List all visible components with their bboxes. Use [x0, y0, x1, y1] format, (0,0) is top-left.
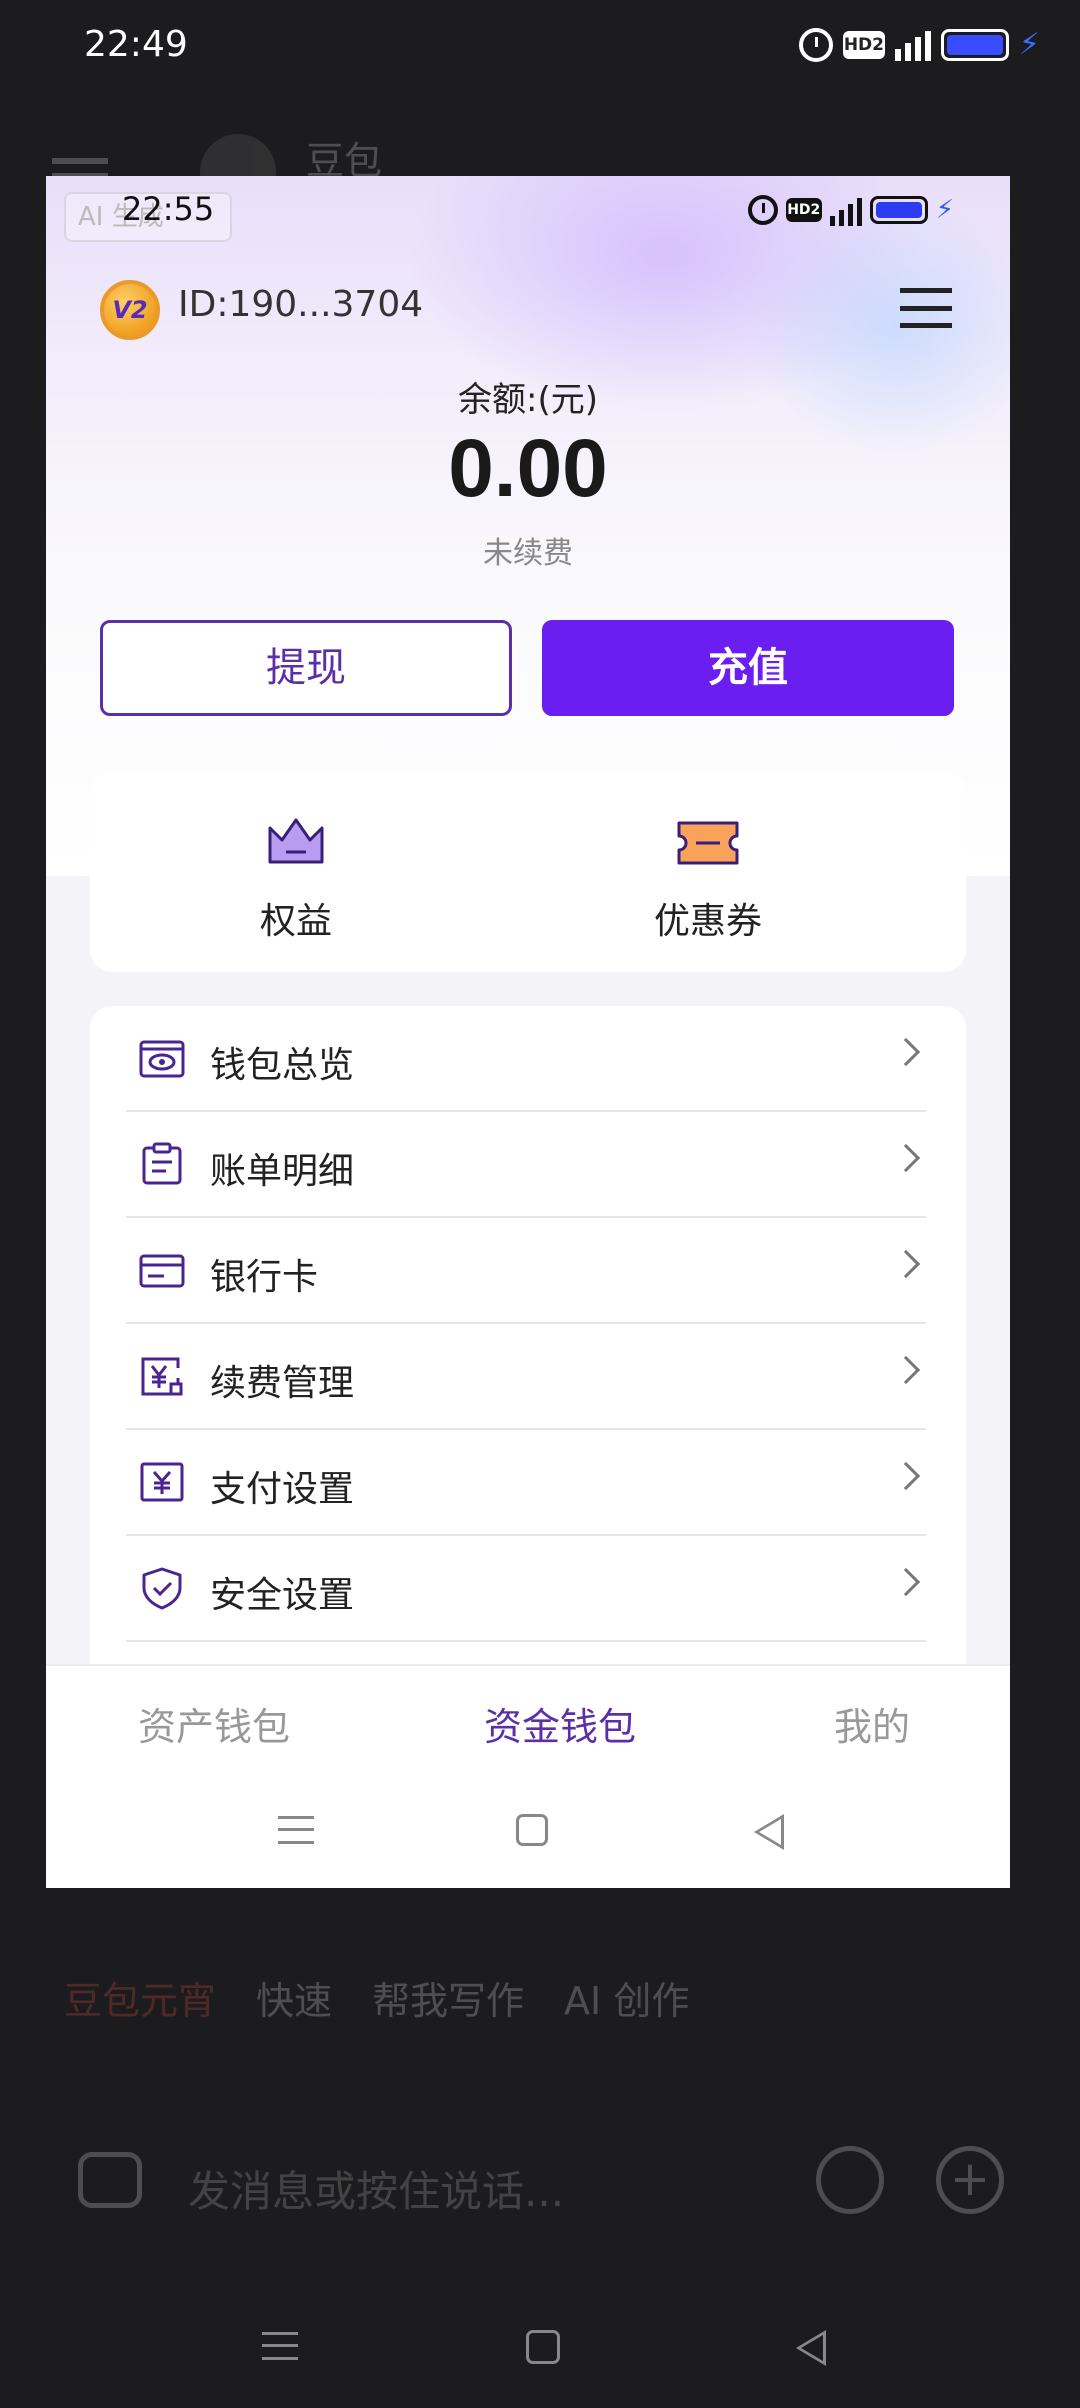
chevron-right-icon: [891, 1567, 921, 1597]
plus-icon[interactable]: +: [936, 2146, 1004, 2214]
wallet-app: AI 生成 22:55 HD2 ⚡ V2 ID:190...3704 余额:(元…: [46, 176, 1010, 1888]
recharge-button[interactable]: 充值: [542, 620, 954, 716]
menu-item-label: 钱包总览: [210, 1045, 355, 1086]
benefits-item[interactable]: 权益: [186, 772, 406, 972]
app-status-bar: AI 生成 22:55 HD2 ⚡: [46, 176, 1010, 246]
back-nav-icon[interactable]: [796, 2330, 826, 2366]
tab-fund-wallet[interactable]: 资金钱包: [484, 1696, 636, 1751]
vip-level-logo: V2: [100, 280, 160, 340]
menu-item-label: 账单明细: [210, 1151, 355, 1192]
balance-value: 0.00: [448, 423, 608, 514]
crown-icon: [268, 818, 324, 864]
battery-icon: [869, 196, 928, 224]
shield-icon: [142, 1567, 182, 1610]
quick-chips: 豆包元宵 快速 帮我写作 AI 创作: [64, 1970, 689, 2025]
recents-nav-icon[interactable]: [262, 2332, 298, 2360]
divider: [126, 1640, 926, 1642]
chevron-right-icon: [891, 1355, 921, 1385]
menu-item-bill-details[interactable]: 账单明细: [126, 1112, 926, 1218]
renewal-icon: [141, 1357, 183, 1396]
coupon-icon: [677, 821, 739, 865]
chevron-right-icon: [891, 1461, 921, 1491]
coupons-item[interactable]: 优惠券: [598, 772, 818, 972]
bottom-tab-bar: 资产钱包 资金钱包 我的: [46, 1664, 1010, 1774]
signal-icon: [894, 29, 931, 61]
menu-item-label: 银行卡: [210, 1257, 319, 1298]
menu-item-renewal-management[interactable]: 续费管理: [126, 1324, 926, 1430]
recents-nav-icon[interactable]: [278, 1816, 314, 1844]
balance-label: 余额:(元): [458, 380, 598, 420]
bill-icon: [142, 1142, 182, 1185]
coupons-label: 优惠券: [653, 901, 762, 942]
charging-icon: ⚡: [935, 195, 954, 225]
signal-icon: [829, 194, 862, 226]
menu-item-label: 安全设置: [210, 1575, 355, 1616]
back-nav-icon[interactable]: [754, 1814, 784, 1850]
payment-icon: [140, 1462, 184, 1502]
renewal-status: 未续费: [483, 536, 573, 571]
tab-asset-wallet[interactable]: 资产钱包: [138, 1696, 290, 1751]
tab-mine[interactable]: 我的: [834, 1696, 910, 1751]
quick-actions-card: 权益 优惠券: [90, 772, 966, 972]
menu-item-payment-settings[interactable]: 支付设置: [126, 1430, 926, 1536]
benefits-label: 权益: [259, 901, 332, 942]
menu-item-bank-card[interactable]: 银行卡: [126, 1218, 926, 1324]
system-nav-bar: [0, 2290, 1080, 2390]
menu-item-label: 支付设置: [210, 1469, 355, 1510]
message-input[interactable]: 发消息或按住说话...: [188, 2158, 564, 2219]
menu-icon[interactable]: [900, 288, 952, 328]
alarm-icon: [798, 28, 833, 62]
user-id: ID:190...3704: [178, 284, 424, 325]
chevron-right-icon: [891, 1249, 921, 1279]
chevron-right-icon: [891, 1037, 921, 1067]
app-nav-bar: [46, 1774, 1010, 1888]
status-icons: HD2 ⚡: [798, 27, 1040, 62]
chip-fast[interactable]: 快速: [256, 1970, 332, 2025]
message-input-bar: 发消息或按住说话... +: [60, 2130, 1020, 2240]
withdraw-button[interactable]: 提现: [100, 620, 512, 716]
chip-ai-create[interactable]: AI 创作: [564, 1970, 689, 2025]
menu-item-label: 续费管理: [210, 1363, 355, 1404]
battery-icon: [940, 29, 1009, 61]
hd-icon: HD2: [785, 198, 822, 222]
app-status-time: 22:55: [122, 190, 215, 228]
voice-icon[interactable]: [816, 2146, 884, 2214]
chip-lantern[interactable]: 豆包元宵: [64, 1970, 216, 2025]
home-nav-icon[interactable]: [516, 1814, 548, 1846]
chip-write[interactable]: 帮我写作: [372, 1970, 524, 2025]
hd-icon: HD2: [842, 31, 885, 59]
status-time: 22:49: [84, 24, 188, 65]
app-status-icons: HD2 ⚡: [747, 194, 954, 226]
wallet-eye-icon: [139, 1040, 185, 1078]
chevron-right-icon: [891, 1143, 921, 1173]
charging-icon: ⚡: [1018, 27, 1040, 62]
camera-icon[interactable]: [78, 2152, 142, 2208]
alarm-icon: [747, 195, 778, 225]
status-bar: 22:49 HD2 ⚡: [0, 0, 1080, 100]
bank-card-icon: [139, 1254, 185, 1288]
home-nav-icon[interactable]: [526, 2330, 560, 2364]
header-background: [46, 176, 1010, 876]
menu-item-wallet-overview[interactable]: 钱包总览: [126, 1006, 926, 1112]
menu-item-security-settings[interactable]: 安全设置: [126, 1536, 926, 1642]
